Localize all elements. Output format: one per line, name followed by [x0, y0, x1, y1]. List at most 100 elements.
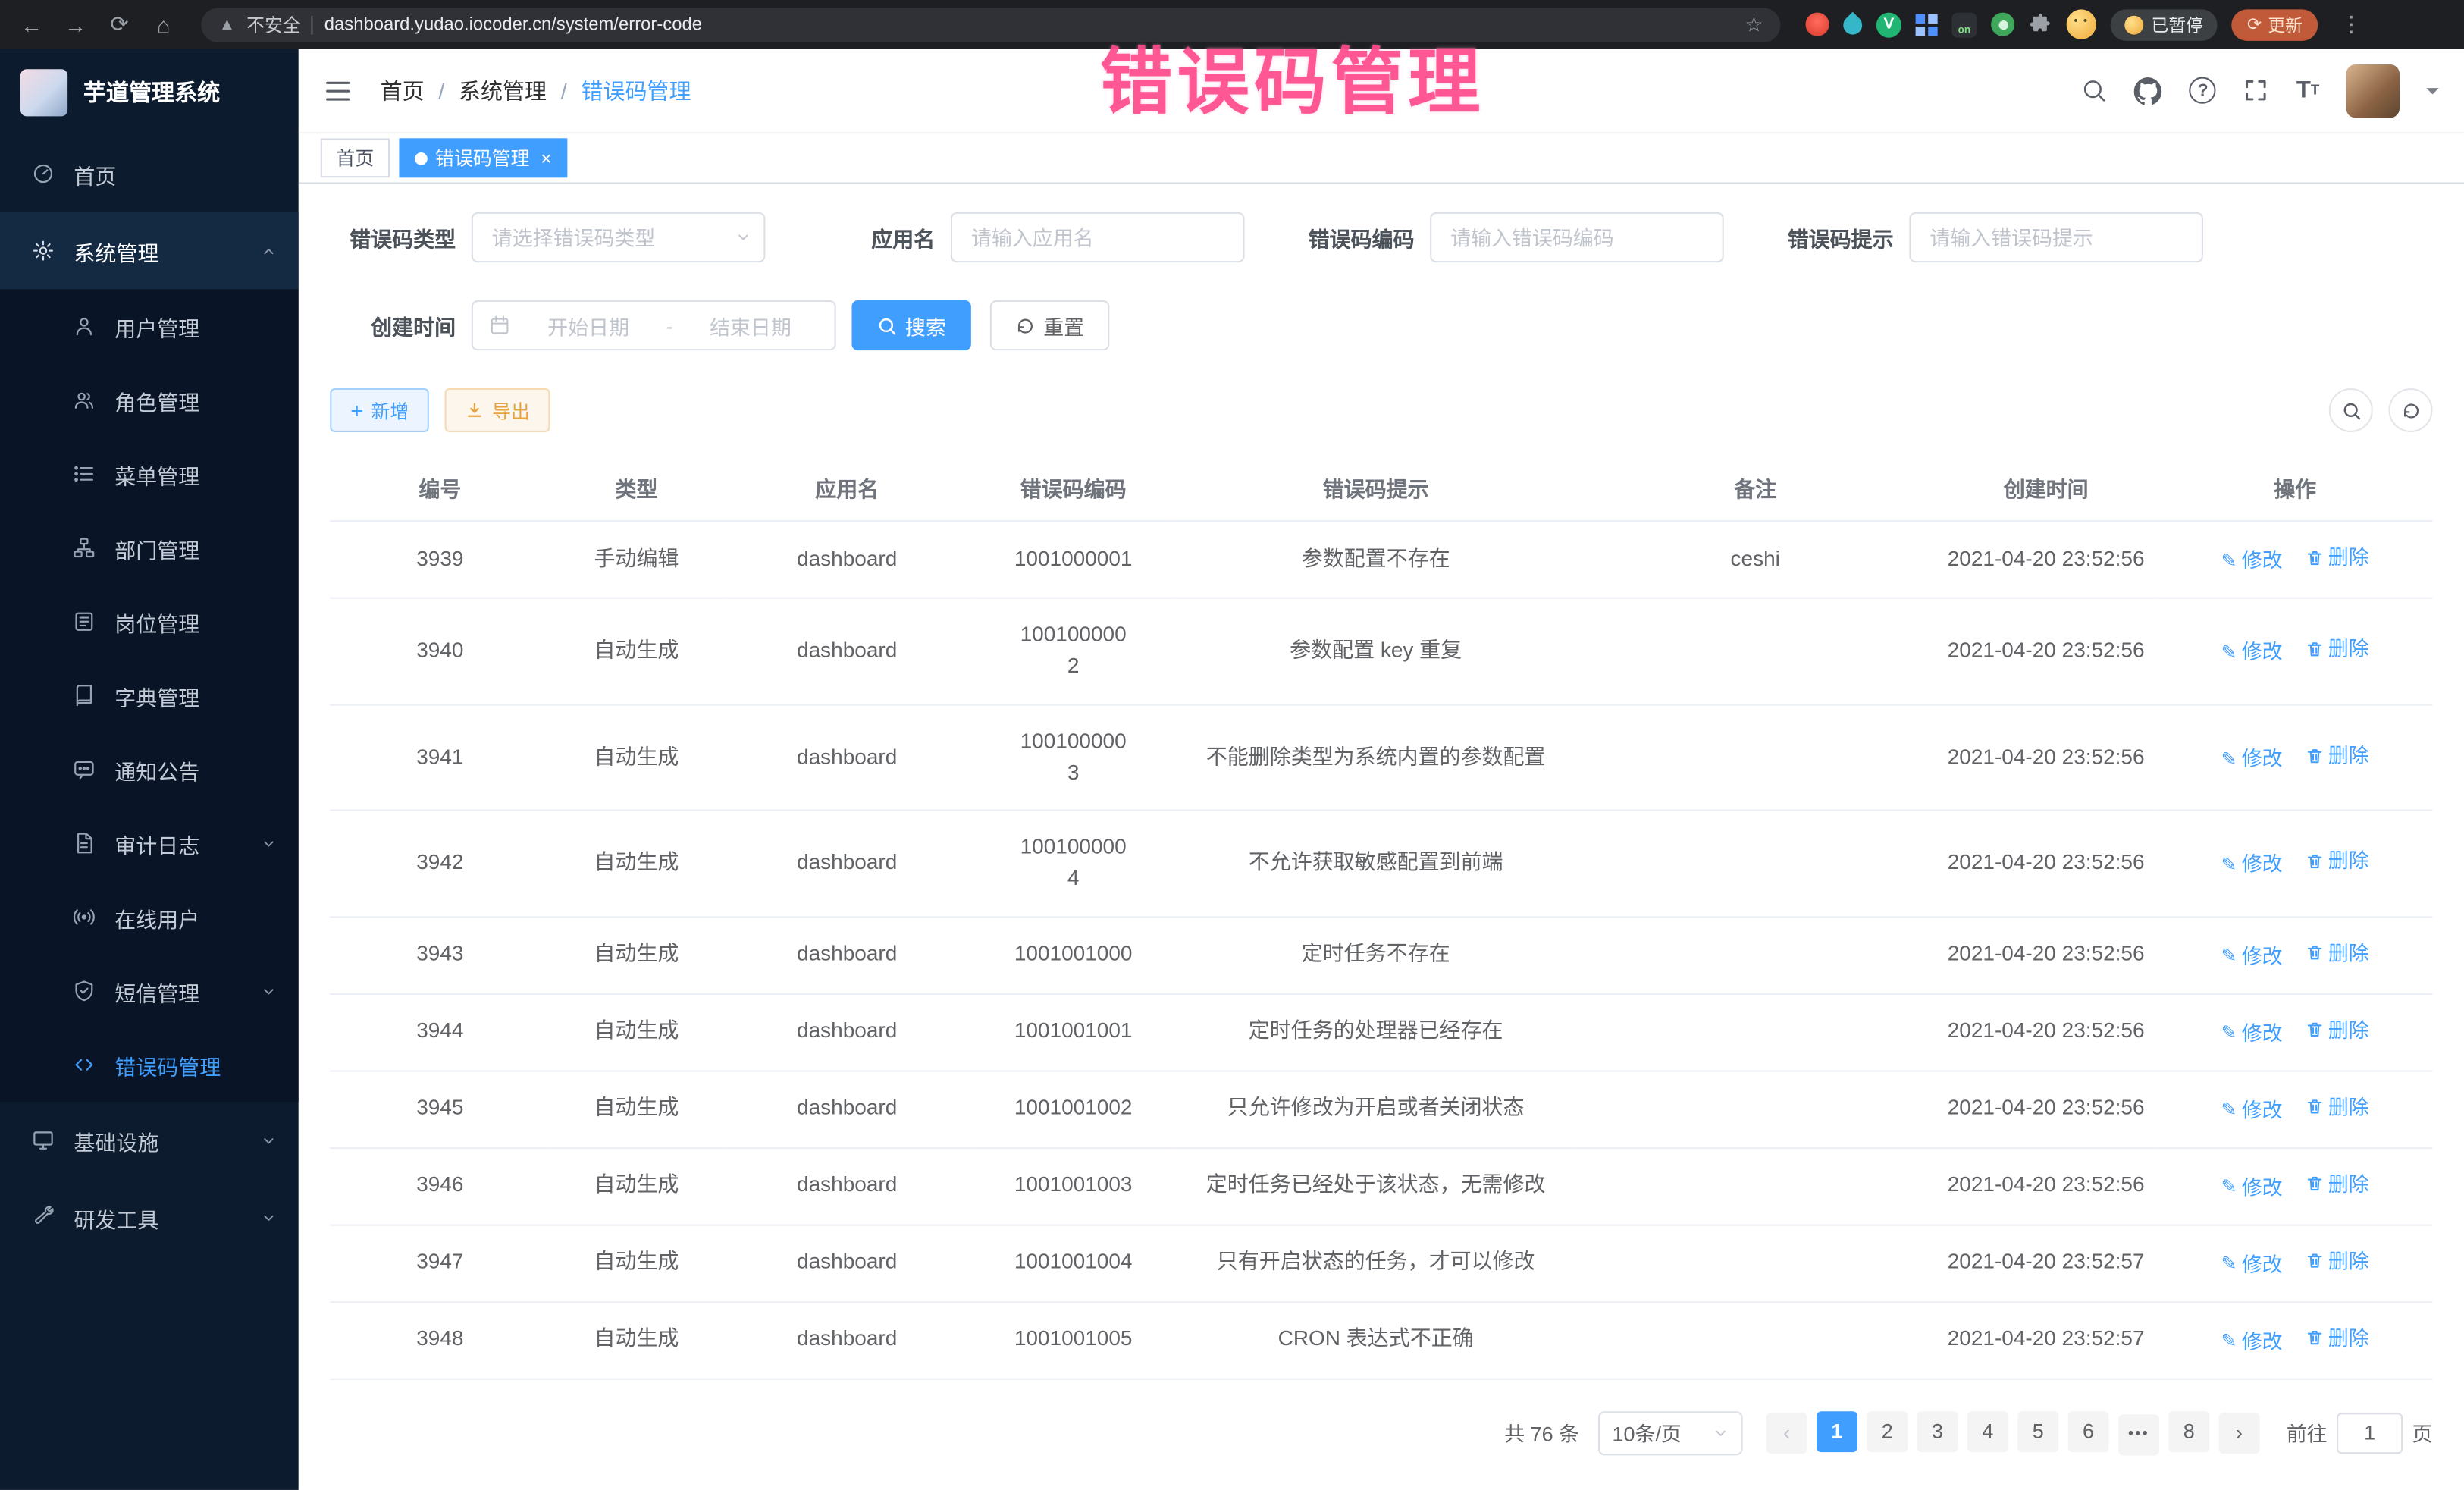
delete-link[interactable]: 删除	[2305, 1168, 2369, 1199]
forward-icon[interactable]: →	[57, 12, 95, 37]
delete-link[interactable]: 删除	[2305, 542, 2369, 572]
next-page-button[interactable]: ›	[2219, 1412, 2260, 1453]
edit-link[interactable]: ✎修改	[2221, 1095, 2283, 1125]
reset-button[interactable]: 重置	[990, 300, 1110, 350]
delete-link[interactable]: 删除	[2305, 740, 2369, 770]
page-more-button[interactable]: •••	[2118, 1413, 2159, 1454]
edit-link[interactable]: ✎修改	[2221, 1325, 2283, 1356]
date-range-picker[interactable]: 开始日期 - 结束日期	[472, 300, 836, 350]
table-toolbar: + 新增 导出	[330, 388, 2432, 432]
github-icon[interactable]	[2134, 77, 2162, 105]
page-button-3[interactable]: 3	[1917, 1410, 1958, 1451]
delete-link[interactable]: 删除	[2305, 937, 2369, 968]
cell-id: 3945	[330, 1071, 550, 1148]
error-type-select[interactable]	[472, 212, 766, 262]
delete-link[interactable]: 删除	[2305, 634, 2369, 664]
sidebar-item-infrastructure[interactable]: 基础设施	[0, 1102, 299, 1179]
sidebar-item-menu-management[interactable]: 菜单管理	[0, 437, 299, 510]
sidebar-item-home[interactable]: 首页	[0, 135, 299, 212]
delete-link[interactable]: 删除	[2305, 1015, 2369, 1045]
search-button[interactable]: 搜索	[851, 300, 971, 350]
cell-message: 不允许获取敏感配置到前端	[1175, 810, 1576, 916]
browser-profile-avatar[interactable]	[2067, 9, 2096, 39]
search-button-icon	[877, 315, 898, 336]
reload-icon[interactable]: ⟳	[101, 11, 139, 38]
edit-link[interactable]: ✎修改	[2221, 941, 2283, 971]
v-extension-icon[interactable]: V	[1876, 12, 1901, 37]
help-icon[interactable]: ?	[2190, 77, 2216, 104]
edit-link[interactable]: ✎修改	[2221, 1172, 2283, 1202]
sidebar-item-notice[interactable]: 通知公告	[0, 732, 299, 806]
export-button[interactable]: 导出	[445, 388, 550, 432]
delete-link[interactable]: 删除	[2305, 1322, 2369, 1353]
start-date-placeholder[interactable]: 开始日期	[520, 310, 657, 340]
goto-page-input[interactable]	[2337, 1412, 2403, 1453]
edit-link[interactable]: ✎修改	[2221, 849, 2283, 880]
sidebar-item-user-management[interactable]: 用户管理	[0, 289, 299, 362]
app-logo[interactable]: 芋道管理系统	[0, 49, 299, 135]
refresh-icon[interactable]	[2389, 388, 2433, 432]
green-extension-icon[interactable]	[1991, 13, 2014, 36]
hamburger-icon[interactable]	[324, 77, 352, 105]
red-circle-extension-icon[interactable]	[1806, 13, 1829, 36]
fullscreen-icon[interactable]	[2243, 77, 2269, 104]
url-bar[interactable]: ▲ 不安全 dashboard.yudao.iocoder.cn/system/…	[201, 7, 1780, 42]
breadcrumb-item[interactable]: 系统管理	[459, 74, 547, 105]
url-text[interactable]: dashboard.yudao.iocoder.cn/system/error-…	[324, 15, 1734, 34]
drop-extension-icon[interactable]	[1843, 15, 1862, 34]
error-message-input[interactable]	[1909, 212, 2203, 262]
prev-page-button[interactable]: ‹	[1766, 1412, 1807, 1453]
search-icon[interactable]	[2081, 77, 2108, 104]
toggle-search-icon[interactable]	[2329, 388, 2373, 432]
back-icon[interactable]: ←	[13, 12, 51, 37]
page-button-2[interactable]: 2	[1867, 1410, 1908, 1451]
sidebar-item-dev-tools[interactable]: 研发工具	[0, 1179, 299, 1256]
page-button-8[interactable]: 8	[2168, 1410, 2209, 1451]
page-size-select[interactable]: 10条/页	[1598, 1410, 1743, 1454]
switch-extension-icon[interactable]: on	[1951, 12, 1977, 37]
breadcrumb-item[interactable]: 首页	[381, 74, 425, 105]
chevron-down-icon[interactable]	[2426, 87, 2439, 100]
delete-link[interactable]: 删除	[2305, 1246, 2369, 1276]
sidebar-item-online-users[interactable]: 在线用户	[0, 880, 299, 954]
app-name-input[interactable]	[951, 212, 1245, 262]
tab-close-icon[interactable]: ×	[541, 147, 552, 169]
tab-home[interactable]: 首页	[321, 138, 390, 177]
sidebar-item-audit-log[interactable]: 审计日志	[0, 806, 299, 880]
browser-menu-icon[interactable]: ⋮	[2332, 11, 2370, 38]
cell-remark	[1576, 598, 1935, 704]
user-avatar[interactable]	[2346, 64, 2400, 117]
sidebar-item-dept-management[interactable]: 部门管理	[0, 511, 299, 585]
home-icon[interactable]: ⌂	[145, 12, 183, 37]
update-button[interactable]: ⟳ 更新	[2231, 8, 2318, 39]
sidebar-item-error-code-management[interactable]: 错误码管理	[0, 1028, 299, 1102]
page-button-6[interactable]: 6	[2068, 1410, 2109, 1451]
grid-extension-icon[interactable]	[1916, 14, 1938, 36]
sidebar-item-post-management[interactable]: 岗位管理	[0, 585, 299, 658]
edit-link[interactable]: ✎修改	[2221, 1249, 2283, 1279]
error-code-input[interactable]	[1430, 212, 1724, 262]
sidebar-item-dict-management[interactable]: 字典管理	[0, 658, 299, 732]
page-button-4[interactable]: 4	[1967, 1410, 2008, 1451]
cell-type: 自动生成	[550, 810, 723, 916]
delete-link[interactable]: 删除	[2305, 846, 2369, 877]
bookmark-star-icon[interactable]: ☆	[1745, 12, 1763, 37]
sidebar-item-role-management[interactable]: 角色管理	[0, 363, 299, 437]
puzzle-icon[interactable]	[2029, 13, 2052, 36]
delete-link[interactable]: 删除	[2305, 1091, 2369, 1121]
paused-badge[interactable]: 已暂停	[2111, 8, 2218, 39]
sidebar-item-system-management[interactable]: 系统管理	[0, 212, 299, 290]
sidebar-item-label: 系统管理	[74, 235, 158, 266]
page-button-5[interactable]: 5	[2017, 1410, 2058, 1451]
filter-field-code: 错误码编码	[1289, 212, 1724, 262]
page-button-1[interactable]: 1	[1817, 1410, 1857, 1451]
font-size-icon[interactable]: TT	[2296, 79, 2319, 102]
edit-link[interactable]: ✎修改	[2221, 637, 2283, 667]
add-button[interactable]: + 新增	[330, 388, 429, 432]
tab-error-code[interactable]: 错误码管理×	[399, 138, 567, 177]
edit-link[interactable]: ✎修改	[2221, 743, 2283, 773]
edit-link[interactable]: ✎修改	[2221, 545, 2283, 576]
sidebar-item-sms-management[interactable]: 短信管理	[0, 954, 299, 1027]
end-date-placeholder[interactable]: 结束日期	[682, 310, 819, 340]
edit-link[interactable]: ✎修改	[2221, 1018, 2283, 1048]
